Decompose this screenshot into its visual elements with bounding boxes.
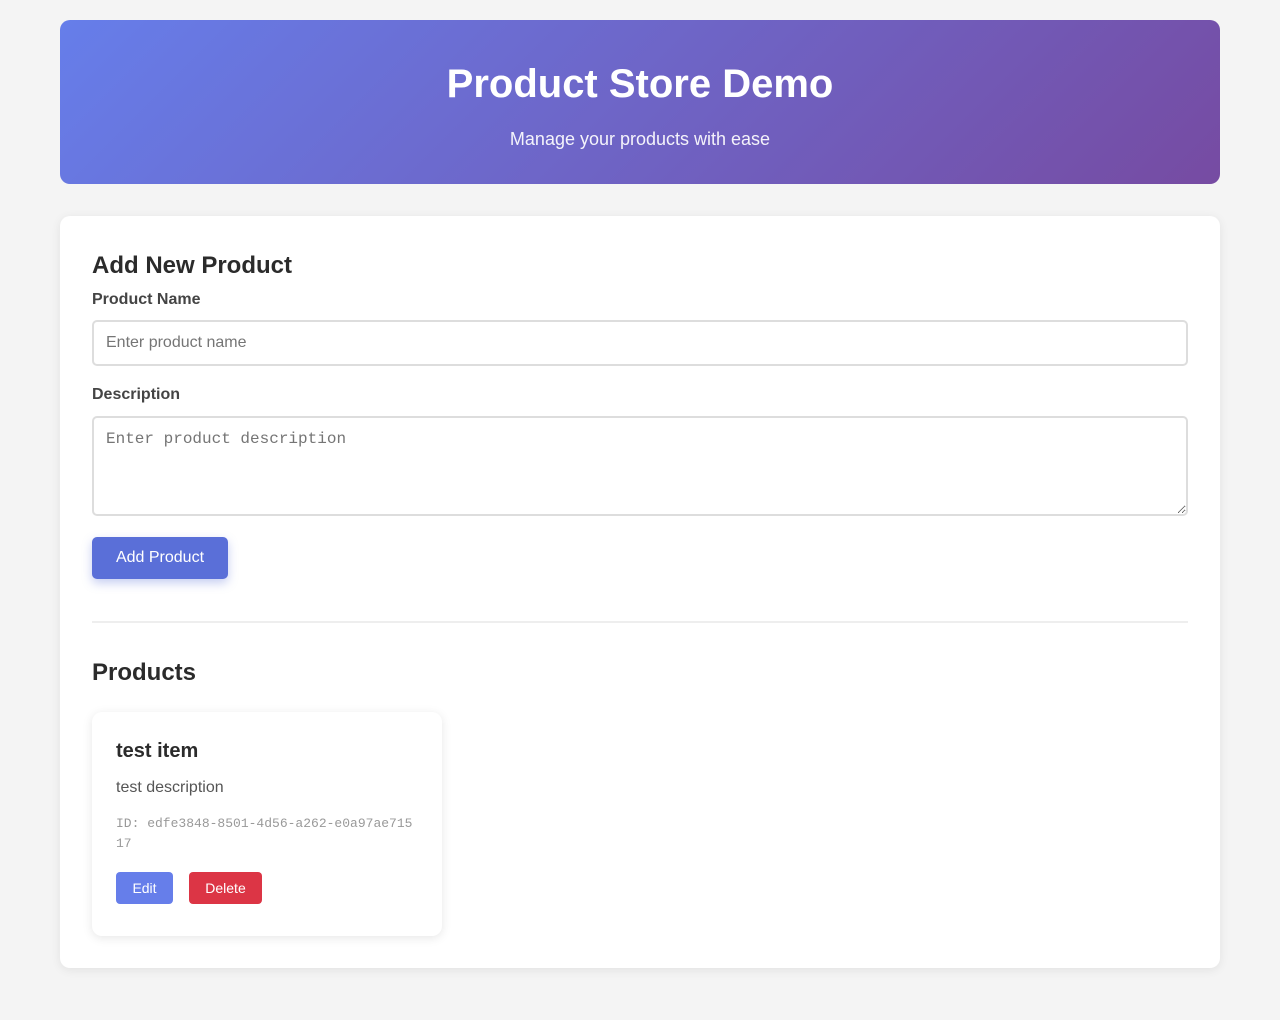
main-card: Add New Product Product Name Description…	[60, 216, 1220, 968]
add-product-heading: Add New Product	[92, 252, 293, 279]
product-name: test item	[116, 740, 199, 762]
delete-button[interactable]: Delete	[189, 872, 262, 904]
page-header: Product Store Demo Manage your products …	[60, 20, 1220, 184]
description-input[interactable]	[92, 416, 1188, 516]
description-label: Description	[92, 386, 181, 403]
page-subtitle: Manage your products with ease	[509, 129, 771, 149]
product-name-label: Product Name	[92, 291, 201, 308]
page-title: Product Store Demo	[446, 62, 834, 106]
products-heading: Products	[92, 659, 197, 686]
product-card: test item test description ID: edfe3848-…	[92, 712, 442, 936]
add-product-button[interactable]: Add Product	[92, 537, 228, 579]
section-divider	[92, 621, 1188, 623]
product-name-input[interactable]	[92, 320, 1188, 366]
product-id: ID: edfe3848-8501-4d56-a262-e0a97ae71517	[116, 816, 413, 851]
edit-button[interactable]: Edit	[116, 872, 173, 904]
product-description: test description	[116, 779, 224, 796]
